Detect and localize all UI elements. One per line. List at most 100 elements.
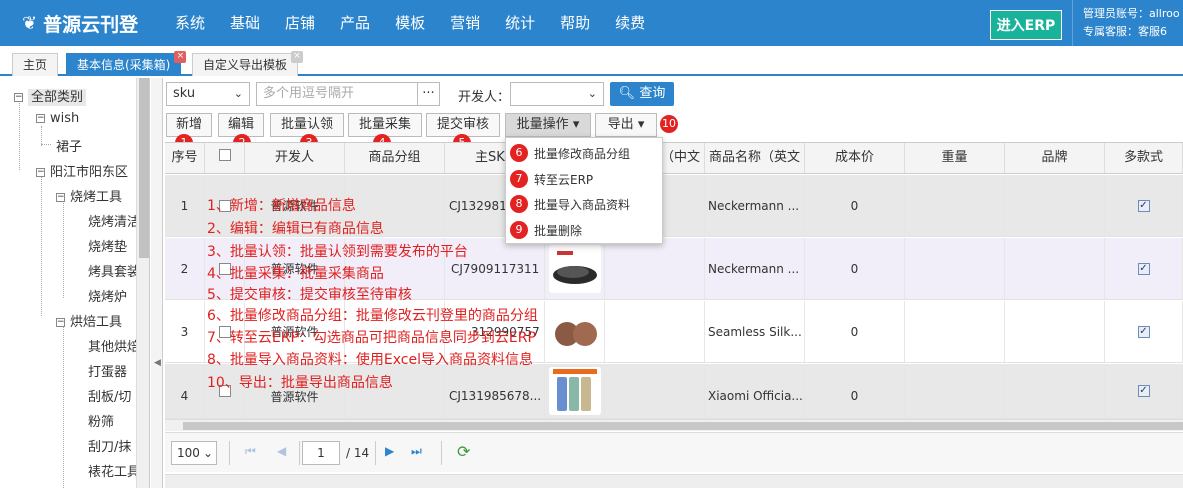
menu-item-to-erp[interactable]: 7 转至云ERP [510,168,593,190]
developer-select[interactable]: ⌄ [510,82,604,106]
nav-stats[interactable]: 统计 [505,12,535,33]
row-multi-style[interactable]: ✓ [1105,301,1183,362]
add-button[interactable]: 新增 [166,113,212,137]
tree-item-scraper[interactable]: 刮板/切 [88,386,131,405]
close-icon[interactable]: × [291,51,304,63]
leaf-icon: ❦ [22,13,38,34]
nav-help[interactable]: 帮助 [560,12,590,33]
prev-page-icon[interactable]: ◀ [277,444,286,458]
collapse-icon[interactable]: − [14,93,23,102]
row-sku: CJ131985678... [445,364,545,418]
field-select[interactable]: sku ⌄ [166,82,250,106]
tree-label: 粉筛 [88,415,115,430]
panel-splitter[interactable]: ◀ [151,78,163,488]
tree-label: 裱花工具 [88,465,141,480]
menu-item-import[interactable]: 8 批量导入商品资料 [510,193,630,215]
col-select-all[interactable] [205,143,245,173]
query-button[interactable]: 🔍︎ 查询 [610,82,674,106]
page-size-select[interactable]: 100 ⌄ [171,441,217,465]
collapse-icon[interactable]: − [56,318,65,327]
tree-item-baking-other[interactable]: 其他烘焙 [88,336,140,355]
chevron-down-icon: ⌄ [202,442,213,464]
menu-item-batch-delete[interactable]: 9 批量删除 [510,219,582,241]
row-name-en: Seamless Silk... [705,301,805,362]
table-hscrollbar[interactable] [165,419,1183,431]
tree-item-spatula[interactable]: 刮刀/抹 [88,436,131,455]
scroll-thumb[interactable] [183,422,1183,430]
menu-item-batch-group[interactable]: 6 批量修改商品分组 [510,142,630,164]
row-multi-style[interactable]: ✓ [1105,238,1183,299]
multi-style-checkbox[interactable]: ✓ [1137,262,1150,275]
tab-home[interactable]: 主页 [12,53,59,76]
next-page-icon[interactable]: ▶ [385,444,394,458]
collapse-icon[interactable]: − [36,168,45,177]
col-group: 商品分组 [345,143,445,173]
tree-item-skirt[interactable]: 裙子 [56,136,82,155]
tab-basic-info[interactable]: 基本信息(采集箱) × [66,51,187,76]
select-all-checkbox[interactable] [218,149,231,161]
close-icon[interactable]: × [174,51,187,63]
nav-product[interactable]: 产品 [340,12,370,33]
tree-label: 烧烤清洁 [88,215,141,230]
col-developer: 开发人 [245,143,345,173]
tree-label: 全部类别 [28,89,87,106]
last-page-icon[interactable]: ⏭ [411,444,422,459]
sidebar-scrollbar[interactable] [136,78,149,488]
tree-item-yangjiang[interactable]: − 阳江市阳东区 [36,161,128,180]
tree-label: 刮刀/抹 [88,440,132,455]
app-logo[interactable]: ❦ 普源云刊登 [22,10,138,37]
enter-erp-button[interactable]: 进入ERP [990,10,1062,40]
tree-label: 烤具套装 [88,265,141,280]
export-button[interactable]: 导出 ▾ [595,113,657,137]
tree-item-bbq-grill[interactable]: 烧烤炉 [88,286,127,305]
collapse-left-icon[interactable]: ◀ [154,358,161,368]
menu-label: 批量导入商品资料 [534,197,631,212]
admin-info[interactable]: 管理员账号：allroo 专属客服：客服6 [1072,0,1183,46]
tab-export-template[interactable]: 自定义导出模板 × [192,51,304,76]
nav-template[interactable]: 模板 [395,12,425,33]
multi-style-checkbox[interactable]: ✓ [1137,385,1150,397]
tree-item-bbq-mat[interactable]: 烧烤垫 [88,236,127,255]
tree-item-bbq-tools[interactable]: − 烧烤工具 [56,186,122,205]
page-total: / 14 [346,446,370,460]
nav-store[interactable]: 店铺 [285,12,315,33]
tab-label: 主页 [23,58,48,72]
batch-operation-button[interactable]: 批量操作 ▾ [505,113,591,137]
sku-search-input[interactable]: 多个用逗号隔开 ··· [256,82,440,106]
page-number-input[interactable]: 1 [302,441,340,465]
multi-style-checkbox[interactable]: ✓ [1137,325,1150,338]
row-multi-style[interactable]: ✓ [1105,175,1183,236]
tree-item-whisk[interactable]: 打蛋器 [88,361,127,380]
collapse-icon[interactable]: − [36,114,45,123]
row-brand [1005,238,1105,299]
nav-marketing[interactable]: 营销 [450,12,480,33]
row-multi-style[interactable]: ✓ [1105,364,1183,418]
row-name-en: Neckermann ... [705,238,805,299]
annotation-1: 1、新增：新增商品信息 [207,198,356,214]
tree-item-wish[interactable]: − wish [36,111,79,126]
tree-item-bbq-clean[interactable]: 烧烤清洁 [88,211,140,230]
tree-label: 阳江市阳东区 [50,165,129,180]
first-page-icon[interactable]: ⏮ [245,444,256,459]
nav-system[interactable]: 系统 [175,12,205,33]
tab-label: 自定义导出模板 [203,58,288,72]
annotation-10: 10、导出：批量导出商品信息 [207,375,393,391]
tree-item-all[interactable]: − 全部类别 [14,86,87,106]
collapse-icon[interactable]: − [56,193,65,202]
tree-item-sifter[interactable]: 粉筛 [88,411,114,430]
scroll-thumb[interactable] [139,78,149,258]
annotation-7: 7、转至云ERP：勾选商品可把商品信息同步到云ERP [207,330,536,346]
refresh-icon[interactable]: ⟳ [457,442,470,461]
nav-renew[interactable]: 续费 [615,12,645,33]
row-cost: 0 [805,364,905,418]
multi-style-checkbox[interactable]: ✓ [1137,199,1150,212]
batch-collect-button[interactable]: 批量采集 [348,113,422,137]
tree-item-piping[interactable]: 裱花工具 [88,461,140,480]
tree-item-bbq-set[interactable]: 烤具套装 [88,261,140,280]
tree-label: 刮板/切 [88,390,132,405]
annotation-2: 2、编辑：编辑已有商品信息 [207,221,384,237]
nav-basic[interactable]: 基础 [230,12,260,33]
search-icon: 🔍︎ [618,86,636,101]
tree-item-baking[interactable]: − 烘焙工具 [56,311,122,330]
more-icon[interactable]: ··· [417,83,439,105]
